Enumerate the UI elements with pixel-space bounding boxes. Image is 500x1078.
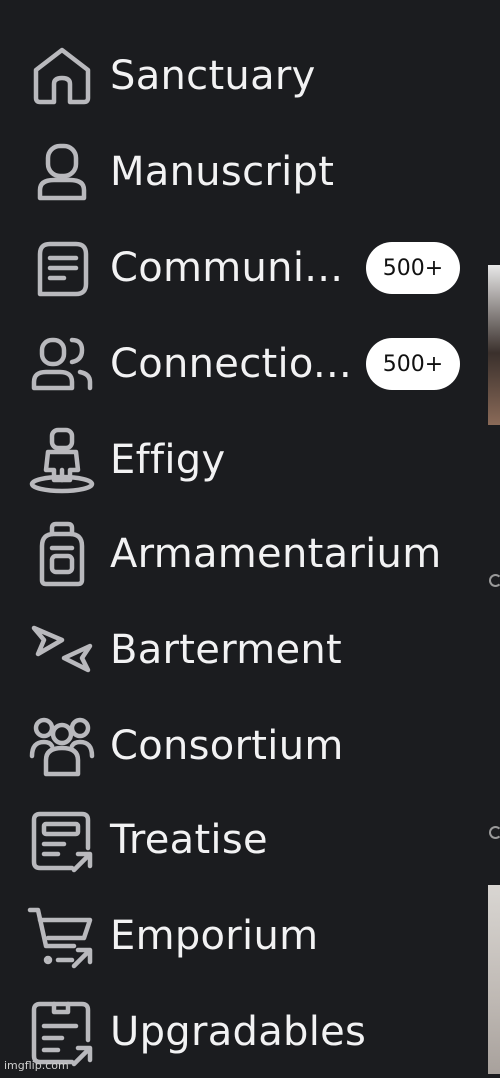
sidebar-item-communication[interactable]: Communi... 500+ [0, 222, 488, 314]
sidebar-item-label: Communi... [110, 245, 344, 291]
background-indicator [489, 574, 500, 587]
background-thumbnail [488, 265, 500, 425]
backpack-icon [26, 518, 98, 590]
sidebar-item-label: Manuscript [110, 149, 335, 195]
groups-icon [26, 710, 98, 782]
sidebar-item-barterment[interactable]: Barterment [0, 604, 488, 696]
sidebar-item-label: Effigy [110, 437, 226, 483]
sidebar-item-label: Connectio... [110, 341, 353, 387]
sidebar-item-sanctuary[interactable]: Sanctuary [0, 30, 488, 122]
avatar-icon [26, 424, 98, 496]
sidebar-item-treatise[interactable]: Treatise [0, 794, 488, 886]
sidebar-item-label: Consortium [110, 723, 344, 769]
trade-icon [26, 614, 98, 686]
messages-icon [26, 232, 98, 304]
background-thumbnail [488, 885, 500, 1074]
home-icon [26, 40, 98, 112]
sidebar-item-effigy[interactable]: Effigy [0, 414, 488, 506]
sidebar-item-label: Sanctuary [110, 53, 316, 99]
sidebar-item-connections[interactable]: Connectio... 500+ [0, 318, 488, 410]
watermark: imgflip.com [4, 1059, 69, 1072]
upgrades-icon [26, 996, 98, 1068]
notification-badge: 500+ [366, 242, 460, 294]
cart-icon [26, 900, 98, 972]
sidebar-item-label: Upgradables [110, 1009, 367, 1055]
sidebar-item-label: Treatise [110, 817, 268, 863]
sidebar-item-consortium[interactable]: Consortium [0, 700, 488, 792]
sidebar-item-armamentarium[interactable]: Armamentarium [0, 508, 488, 600]
sidebar-item-label: Armamentarium [110, 531, 442, 577]
sidebar-item-label: Emporium [110, 913, 319, 959]
sidebar-item-emporium[interactable]: Emporium [0, 890, 488, 982]
sidebar-item-label: Barterment [110, 627, 343, 673]
friends-icon [26, 328, 98, 400]
profile-icon [26, 136, 98, 208]
sidebar-item-manuscript[interactable]: Manuscript [0, 126, 488, 218]
sidebar-item-upgradables[interactable]: Upgradables [0, 986, 488, 1078]
notification-badge: 500+ [366, 338, 460, 390]
blog-icon [26, 804, 98, 876]
sidebar-nav: Sanctuary Manuscript Communi... 500+ Con… [0, 0, 488, 1074]
background-indicator [489, 826, 500, 839]
